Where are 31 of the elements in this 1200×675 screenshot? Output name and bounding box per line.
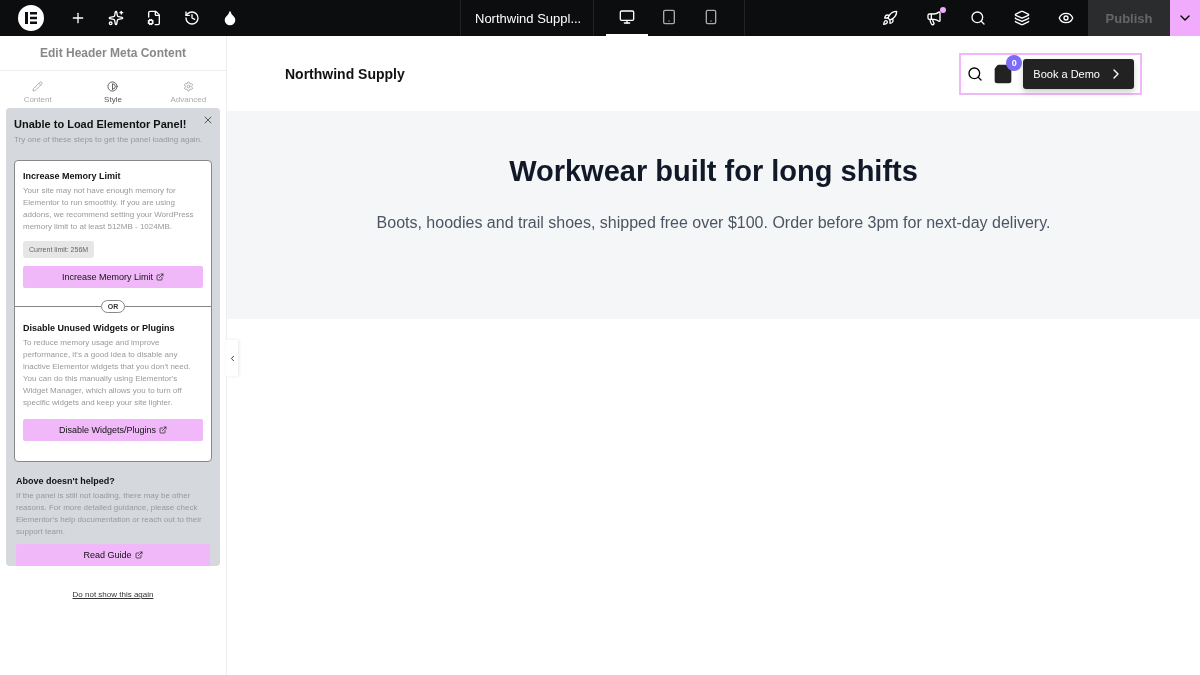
- book-demo-button[interactable]: Book a Demo: [1023, 58, 1134, 89]
- external-link-icon: [159, 426, 167, 434]
- pencil-icon: [32, 81, 44, 92]
- cart-count-badge: 0: [1006, 54, 1023, 71]
- site-brand[interactable]: Northwind Supply: [285, 65, 405, 82]
- panel-title: Edit Header Meta Content: [0, 36, 226, 71]
- site-title-dropdown[interactable]: Northwind Suppl...: [460, 0, 594, 36]
- step-text: Your site may not have enough memory for Elementor to run smoothly. If you are using addons, we recommend setting your WordPress memory limit to at least 512MB - 1024MB.: [23, 185, 195, 233]
- step-text: To reduce memory usage and improve performance, it's a good idea to disable any inactive Elementor widgets that you don't need. You can do this manually using Elementor's Widget Manager, which allows you to turn off specific widgets and keep your site lighter.: [23, 337, 192, 409]
- hero-text: Boots, hoodies and trail shoes, shipped free over $100. Order before 3pm for next-day delivery.: [376, 214, 1051, 232]
- external-link-icon: [156, 273, 164, 281]
- search-icon[interactable]: [967, 65, 984, 82]
- dismiss-link[interactable]: Do not show this again: [6, 590, 220, 599]
- tablet-icon: [661, 9, 677, 25]
- step-title: Disable Unused Widgets or Plugins: [23, 323, 176, 333]
- read-guide-button[interactable]: Read Guide: [16, 544, 210, 566]
- step-title: Increase Memory Limit: [23, 171, 122, 181]
- cart-icon[interactable]: [993, 63, 1014, 84]
- dialog-title: Unable to Load Elementor Panel!: [14, 118, 188, 130]
- gear-icon: [182, 81, 194, 92]
- publish-options-button[interactable]: [1170, 0, 1200, 36]
- help-title: Above doesn't helped?: [16, 476, 116, 486]
- contrast-icon: [107, 81, 119, 92]
- step-button[interactable]: Disable Widgets/Plugins: [23, 419, 203, 441]
- panel-tab[interactable]: Style: [75, 71, 151, 108]
- step-button[interactable]: Increase Memory Limit: [23, 266, 203, 288]
- mobile-icon: [703, 9, 719, 25]
- desktop-icon: [619, 9, 635, 25]
- logo-icon[interactable]: [18, 5, 44, 31]
- external-link-icon: [134, 551, 143, 559]
- hero-title: Workwear built for long shifts: [509, 155, 918, 188]
